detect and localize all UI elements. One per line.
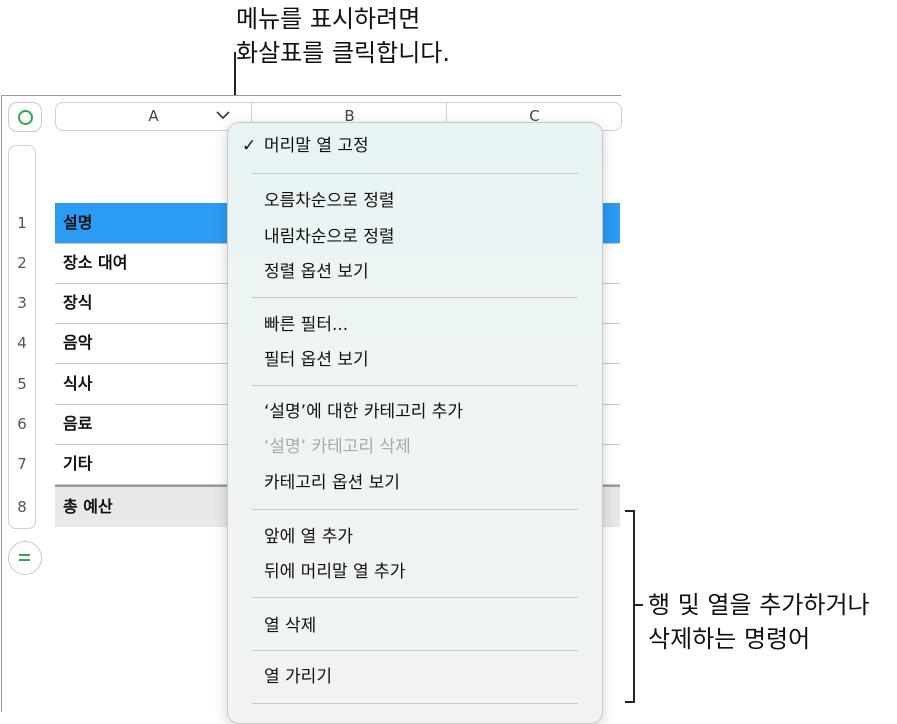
row-number[interactable]: 2 [8, 243, 36, 283]
table-cell[interactable]: 장식 [63, 283, 92, 323]
table-cell[interactable]: 음료 [63, 404, 92, 444]
table-cell[interactable]: 설명 [63, 203, 92, 243]
circle-icon [18, 110, 33, 125]
callout-right-line2: 삭제하는 명령어 [648, 625, 811, 653]
chevron-down-icon[interactable] [216, 108, 230, 124]
menu-item-quick-filter[interactable]: 빠른 필터... [264, 307, 348, 343]
menu-item-show-filter-options[interactable]: 필터 옵션 보기 [264, 342, 369, 378]
menu-item-add-column-before[interactable]: 앞에 열 추가 [264, 519, 353, 555]
callout-top-line2: 화살표를 클릭합니다. [236, 39, 450, 67]
menu-item-hide-column[interactable]: 열 가리기 [264, 659, 332, 695]
add-row-button[interactable] [8, 541, 42, 575]
menu-separator [252, 650, 578, 651]
menu-item-add-category[interactable]: ‘설명’에 대한 카테고리 추가 [264, 394, 463, 430]
menu-separator [252, 297, 578, 298]
table-cell[interactable]: 음악 [63, 323, 92, 363]
row-number[interactable]: 6 [8, 404, 36, 444]
checkmark-icon: ✓ [242, 136, 257, 156]
callout-top-line1: 메뉴를 표시하려면 [236, 5, 421, 33]
menu-item-delete-column[interactable]: 열 삭제 [264, 608, 316, 644]
menu-item-label: 머리말 열 고정 [264, 136, 369, 156]
row-number[interactable]: 4 [8, 323, 36, 363]
select-all-button[interactable] [8, 102, 42, 132]
row-number[interactable]: 7 [8, 444, 36, 484]
menu-separator [252, 509, 578, 510]
menu-separator [252, 703, 578, 704]
row-number[interactable]: 1 [8, 203, 36, 243]
table-cell[interactable]: 장소 대여 [63, 243, 127, 283]
table-cell[interactable]: 기타 [63, 444, 92, 484]
callout-right-bracket [625, 510, 635, 703]
row-number[interactable]: 5 [8, 364, 36, 404]
menu-item-delete-category: ‘설명’ 카테고리 삭제 [264, 437, 411, 457]
menu-separator [252, 385, 578, 386]
callout-right-leader [633, 604, 643, 606]
column-context-menu: ✓ 머리말 열 고정 오름차순으로 정렬 내림차순으로 정렬 정렬 옵션 보기 빠… [227, 122, 603, 724]
row-number[interactable]: 3 [8, 283, 36, 323]
menu-item-show-sort-options[interactable]: 정렬 옵션 보기 [264, 254, 369, 290]
callout-right-line1: 행 및 열을 추가하거나 [648, 591, 870, 619]
equals-icon [19, 552, 30, 563]
table-cell[interactable]: 총 예산 [63, 487, 113, 527]
menu-separator [252, 597, 578, 598]
row-number[interactable]: 8 [8, 487, 36, 527]
menu-item-freeze-header[interactable]: ✓ 머리말 열 고정 [242, 128, 369, 164]
menu-separator [252, 173, 578, 174]
callout-right: 행 및 열을 추가하거나 삭제하는 명령어 [648, 588, 870, 656]
menu-item-sort-ascending[interactable]: 오름차순으로 정렬 [264, 183, 395, 219]
menu-item-add-header-column-after[interactable]: 뒤에 머리말 열 추가 [264, 554, 405, 590]
callout-top: 메뉴를 표시하려면 화살표를 클릭합니다. [236, 2, 450, 70]
menu-item-sort-descending[interactable]: 내림차순으로 정렬 [264, 219, 395, 255]
table-cell[interactable]: 식사 [63, 364, 92, 404]
menu-item-show-category-options[interactable]: 카테고리 옵션 보기 [264, 465, 400, 501]
